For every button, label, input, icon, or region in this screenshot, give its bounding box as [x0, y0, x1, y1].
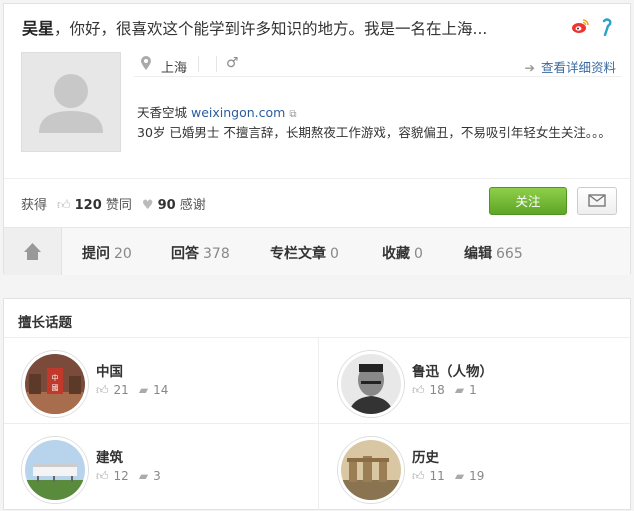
user-bio: 30岁 已婚男士 不擅言辞，长期熬夜工作游戏，容貌偏丑，不易吸引年轻女生关注。。… [137, 125, 611, 140]
thanks-label: 感谢 [179, 198, 206, 213]
profile-nav: 提问 20 回答 378 专栏文章 0 收藏 0 编辑 665 [4, 227, 630, 275]
tab-label: 回答 [171, 246, 199, 262]
tab-label: 专栏文章 [270, 246, 326, 262]
likes-count: 120 [74, 198, 102, 213]
heart-icon: ♥ [141, 198, 154, 213]
tab-count: 0 [414, 246, 423, 262]
view-details-link[interactable]: ➔ 查看详细资料 [525, 57, 617, 76]
follow-button[interactable]: 关注 [489, 187, 567, 215]
comment-icon: ▰ [138, 469, 149, 483]
topic-answers: 1 [469, 383, 477, 397]
topics-card: 擅长话题 中國 中国 👍︎ 21 ▰ 14 鲁迅（人物） 👍︎ 18 ▰ 1 建筑 👍︎ 12… [3, 298, 631, 510]
thumb-up-icon: 👍︎ [96, 469, 109, 483]
topic-item[interactable]: 历史 👍︎ 11 ▰ 19 [320, 425, 620, 505]
topic-answers: 14 [153, 383, 169, 397]
topic-name[interactable]: 中国 [96, 360, 123, 380]
divider [318, 338, 319, 510]
avatar[interactable] [21, 52, 121, 152]
tab-articles[interactable]: 专栏文章 0 [270, 243, 339, 263]
thumb-up-icon: 👍︎ [412, 383, 425, 397]
thumb-up-icon: 👍︎ [412, 469, 425, 483]
user-intro: ，你好，很喜欢这个能学到许多知识的地方。我是一名在上海... [54, 20, 488, 38]
topic-name[interactable]: 建筑 [96, 446, 123, 466]
weibo-icon[interactable] [571, 18, 589, 38]
likes-label: 赞同 [105, 198, 132, 213]
user-stats: 获得 👍︎ 120 赞同 ♥ 90 感谢 [21, 194, 206, 213]
comment-icon: ▰ [454, 469, 465, 483]
tab-questions[interactable]: 提问 20 [82, 243, 132, 263]
tab-edits[interactable]: 编辑 665 [464, 243, 523, 263]
comment-icon: ▰ [138, 383, 149, 397]
mail-icon [588, 194, 606, 207]
topic-answers: 3 [153, 469, 161, 483]
arrow-right-icon: ➔ [524, 60, 535, 75]
topic-stats: 👍︎ 12 ▰ 3 [96, 469, 161, 484]
topic-likes: 21 [113, 383, 129, 397]
profile-headline: 吴星，你好，很喜欢这个能学到许多知识的地方。我是一名在上海... [22, 15, 577, 39]
profile-meta: 上海 ♂ ➔ 查看详细资料 [134, 54, 622, 77]
topic-stats: 👍︎ 21 ▰ 14 [96, 383, 168, 398]
topic-name[interactable]: 鲁迅（人物） [412, 360, 493, 380]
external-link-icon: ⧉ [289, 109, 297, 120]
comment-icon: ▰ [454, 383, 465, 397]
user-name: 吴星 [22, 19, 55, 38]
topic-image: 中國 [22, 351, 88, 417]
topic-name[interactable]: 历史 [412, 446, 439, 466]
topic-item[interactable]: 鲁迅（人物） 👍︎ 18 ▰ 1 [320, 339, 620, 419]
topic-stats: 👍︎ 11 ▰ 19 [412, 469, 484, 484]
home-icon [24, 243, 41, 260]
topic-likes: 11 [429, 469, 445, 483]
topic-answers: 19 [469, 469, 485, 483]
view-details-label: 查看详细资料 [540, 60, 616, 75]
divider [4, 178, 630, 179]
svg-text:國: 國 [52, 384, 59, 392]
divider [4, 423, 630, 424]
topic-likes: 18 [429, 383, 445, 397]
thumb-up-icon: 👍︎ [57, 198, 71, 213]
topic-stats: 👍︎ 18 ▰ 1 [412, 383, 477, 398]
tab-label: 收藏 [382, 246, 410, 262]
qq-icon[interactable] [600, 18, 614, 40]
company-name: 天香空城 [137, 105, 188, 120]
thumb-up-icon: 👍︎ [96, 383, 109, 397]
home-button[interactable] [4, 228, 62, 275]
topic-image [338, 437, 404, 503]
tab-count: 378 [203, 246, 230, 262]
tab-count: 665 [496, 246, 523, 262]
divider [216, 56, 217, 72]
topic-likes: 12 [113, 469, 129, 483]
topic-image [22, 437, 88, 503]
company-line: 天香空城 weixingon.com ⧉ [137, 102, 296, 121]
tab-count: 20 [114, 246, 132, 262]
website-link[interactable]: weixingon.com [191, 105, 285, 120]
thanks-count: 90 [157, 198, 176, 213]
topic-item[interactable]: 建筑 👍︎ 12 ▰ 3 [4, 425, 304, 505]
topic-image [338, 351, 404, 417]
stats-label: 获得 [21, 198, 48, 213]
divider [198, 56, 199, 72]
tab-label: 提问 [82, 246, 110, 262]
tab-count: 0 [330, 246, 339, 262]
location-text: 上海 [161, 61, 188, 76]
male-icon: ♂ [226, 55, 239, 71]
location-icon [141, 56, 151, 74]
tab-label: 编辑 [464, 246, 492, 262]
svg-text:中: 中 [52, 373, 59, 382]
profile-card: 吴星，你好，很喜欢这个能学到许多知识的地方。我是一名在上海... 上海 ♂ ➔ 查… [3, 3, 631, 275]
tab-answers[interactable]: 回答 378 [171, 243, 230, 263]
topic-item[interactable]: 中國 中国 👍︎ 21 ▰ 14 [4, 339, 304, 419]
topics-title: 擅长话题 [18, 315, 72, 331]
divider [4, 337, 630, 338]
message-button[interactable] [577, 187, 617, 215]
tab-favorites[interactable]: 收藏 0 [382, 243, 423, 263]
